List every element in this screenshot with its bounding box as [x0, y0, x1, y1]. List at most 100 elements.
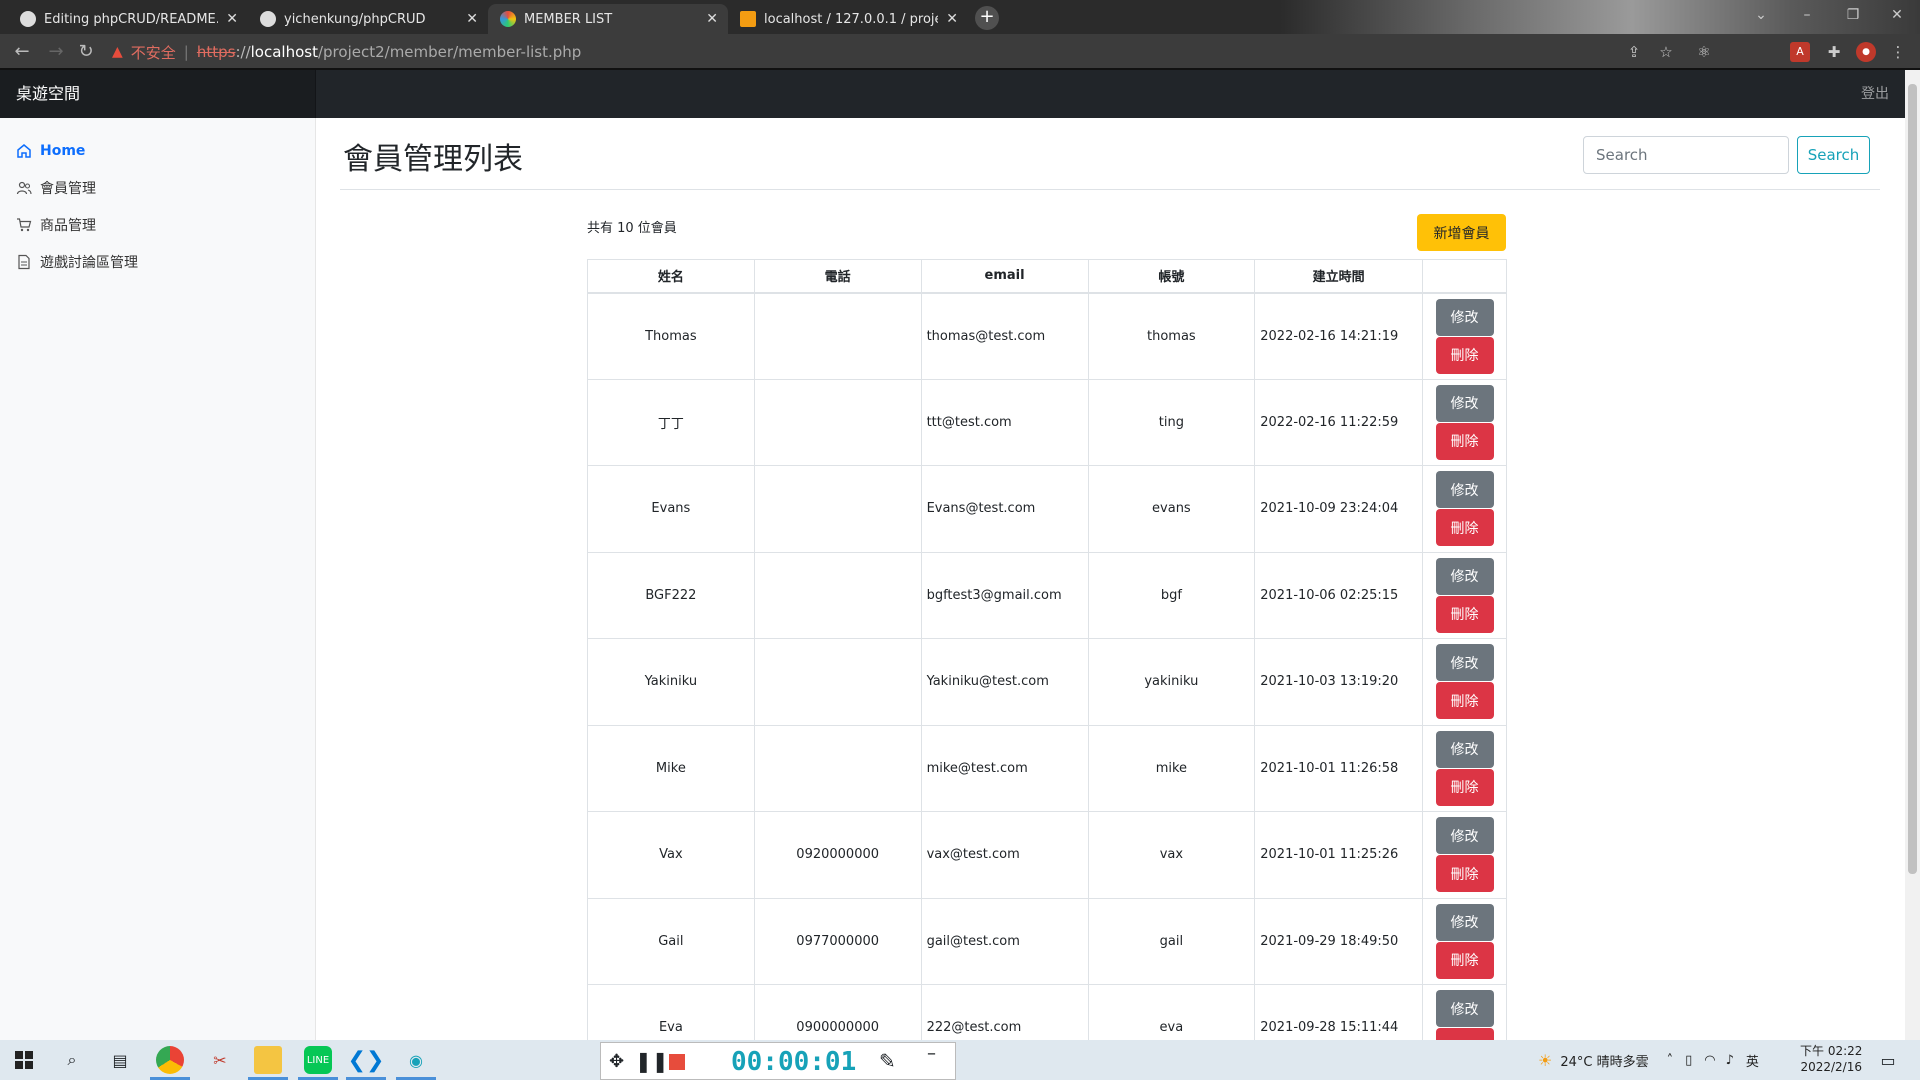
- window-close-icon[interactable]: ✕: [1874, 0, 1920, 34]
- file-explorer-icon[interactable]: [254, 1046, 282, 1074]
- bookmark-star-icon[interactable]: ☆: [1656, 42, 1676, 62]
- edit-button[interactable]: 修改: [1435, 990, 1494, 1028]
- delete-button[interactable]: 刪除: [1435, 1028, 1494, 1040]
- speaker-icon[interactable]: ♪: [1726, 1053, 1734, 1068]
- delete-button[interactable]: 刪除: [1435, 682, 1494, 720]
- cell-account: thomas: [1087, 292, 1256, 380]
- reload-icon[interactable]: ↻: [74, 40, 98, 64]
- close-icon[interactable]: ✕: [706, 11, 718, 27]
- new-tab-button[interactable]: +: [975, 6, 999, 30]
- edit-button[interactable]: 修改: [1435, 817, 1494, 855]
- cell-created: 2021-10-01 11:26:58: [1254, 724, 1424, 812]
- search-input[interactable]: [1583, 136, 1789, 174]
- windows-start-icon[interactable]: [10, 1046, 38, 1074]
- recording-timer: 00:00:01: [731, 1047, 857, 1077]
- tab-editing-readme[interactable]: Editing phpCRUD/README.mc ✕: [8, 4, 248, 34]
- extensions-puzzle-icon[interactable]: ✚: [1824, 42, 1844, 62]
- cell-email: vax@test.com: [920, 811, 1089, 899]
- system-tray: ☀ 24°C 晴時多雲 ˄ ▯ ◠ ♪ 英: [1538, 1040, 1759, 1080]
- system-clock[interactable]: 下午 02:22 2022/2/16: [1800, 1043, 1862, 1075]
- snipping-tool-icon[interactable]: ✂: [206, 1046, 234, 1074]
- delete-button[interactable]: 刪除: [1435, 336, 1494, 374]
- brand-link[interactable]: 桌遊空間: [0, 70, 316, 118]
- add-member-button[interactable]: 新增會員: [1417, 214, 1506, 251]
- tab-github-repo[interactable]: yichenkung/phpCRUD ✕: [248, 4, 488, 34]
- pdf-extension-icon[interactable]: A: [1790, 42, 1810, 62]
- weather-text[interactable]: 24°C 晴時多雲: [1560, 1051, 1648, 1070]
- table-row: Evans Evans@test.com evans 2021-10-09 23…: [587, 465, 1507, 553]
- sidebar-item-products[interactable]: 商品管理: [0, 206, 315, 243]
- sidebar-item-forum[interactable]: 遊戲討論區管理: [0, 243, 315, 280]
- column-header-actions: [1422, 259, 1507, 294]
- url-text: https://localhost/project2/member/member…: [197, 43, 581, 61]
- delete-button[interactable]: 刪除: [1435, 941, 1494, 979]
- back-arrow-icon[interactable]: ←: [10, 40, 34, 64]
- cell-account: yakiniku: [1087, 638, 1256, 726]
- member-count: 共有 10 位會員: [587, 221, 677, 236]
- tab-phpmyadmin[interactable]: localhost / 127.0.0.1 / project2 ✕: [728, 4, 968, 34]
- edit-button[interactable]: 修改: [1435, 384, 1494, 422]
- profile-avatar[interactable]: ●: [1856, 42, 1876, 62]
- cell-account: ting: [1087, 378, 1256, 466]
- cell-email: Yakiniku@test.com: [920, 638, 1089, 726]
- edit-button[interactable]: 修改: [1435, 730, 1494, 768]
- close-icon[interactable]: ✕: [226, 11, 238, 27]
- address-bar[interactable]: ▲ 不安全 | https://localhost/project2/membe…: [112, 38, 1752, 66]
- screen-recorder-icon[interactable]: ◉: [402, 1046, 430, 1074]
- clock-time: 下午 02:22: [1800, 1044, 1863, 1058]
- usb-icon[interactable]: ▯: [1685, 1053, 1692, 1068]
- share-icon[interactable]: ⇪: [1624, 42, 1644, 62]
- cell-created: 2021-10-06 02:25:15: [1254, 551, 1424, 639]
- cell-phone: [753, 465, 922, 553]
- scrollbar-thumb[interactable]: [1908, 84, 1917, 874]
- delete-button[interactable]: 刪除: [1435, 595, 1494, 633]
- cell-email: bgftest3@gmail.com: [920, 551, 1089, 639]
- delete-button[interactable]: 刪除: [1435, 768, 1494, 806]
- signout-link[interactable]: 登出: [1861, 70, 1889, 118]
- search-button[interactable]: Search: [1797, 136, 1870, 174]
- divider: |: [183, 43, 189, 61]
- notification-icon[interactable]: ▭: [1874, 1046, 1902, 1074]
- edit-button[interactable]: 修改: [1435, 644, 1494, 682]
- recorder-toolbar: ✥ ❚❚ 00:00:01 ✎ –: [600, 1042, 956, 1080]
- sidebar-item-home[interactable]: Home: [0, 132, 315, 169]
- pause-icon[interactable]: ❚❚: [635, 1049, 669, 1073]
- line-app-icon[interactable]: LINE: [304, 1046, 332, 1074]
- close-icon[interactable]: ✕: [466, 11, 478, 27]
- cell-name: Gail: [587, 897, 755, 985]
- stop-icon[interactable]: [669, 1054, 685, 1070]
- cell-email: gail@test.com: [920, 897, 1089, 985]
- page-scrollbar[interactable]: [1905, 70, 1920, 1040]
- edit-button[interactable]: 修改: [1435, 298, 1494, 336]
- restore-icon[interactable]: ❐: [1830, 0, 1876, 34]
- move-handle-icon[interactable]: ✥: [609, 1051, 624, 1072]
- forward-arrow-icon[interactable]: →: [44, 40, 68, 64]
- vscode-icon[interactable]: ❮❯: [348, 1046, 385, 1074]
- delete-button[interactable]: 刪除: [1435, 509, 1494, 547]
- edit-button[interactable]: 修改: [1435, 557, 1494, 595]
- edit-button[interactable]: 修改: [1435, 903, 1494, 941]
- close-icon[interactable]: ✕: [946, 11, 958, 27]
- tab-member-list[interactable]: MEMBER LIST ✕: [488, 4, 728, 34]
- delete-button[interactable]: 刪除: [1435, 422, 1494, 460]
- chevron-up-icon[interactable]: ˄: [1667, 1053, 1674, 1068]
- cell-created: 2021-10-03 13:19:20: [1254, 638, 1424, 726]
- sidebar-item-label: Home: [40, 142, 86, 159]
- delete-button[interactable]: 刪除: [1435, 855, 1494, 893]
- task-view-icon[interactable]: ▤: [106, 1046, 134, 1074]
- ime-indicator[interactable]: 英: [1746, 1051, 1759, 1070]
- edit-button[interactable]: 修改: [1435, 471, 1494, 509]
- table-row: Eva 0900000000 222@test.com eva 2021-09-…: [587, 984, 1507, 1040]
- react-devtools-icon[interactable]: ⚛: [1694, 42, 1714, 62]
- pen-icon[interactable]: ✎: [879, 1049, 896, 1073]
- search-icon[interactable]: ⌕: [58, 1046, 86, 1074]
- menu-kebab-icon[interactable]: ⋮: [1888, 42, 1908, 62]
- wifi-icon[interactable]: ◠: [1704, 1053, 1715, 1068]
- sidebar-item-members[interactable]: 會員管理: [0, 169, 315, 206]
- cell-actions: 修改 刪除: [1422, 984, 1507, 1040]
- minimize-icon[interactable]: –: [1784, 0, 1830, 34]
- minimize-recorder-icon[interactable]: –: [927, 1043, 936, 1064]
- table-row: Mike mike@test.com mike 2021-10-01 11:26…: [587, 724, 1507, 812]
- chrome-icon[interactable]: [156, 1046, 184, 1074]
- tab-search-icon[interactable]: ⌄: [1738, 0, 1784, 34]
